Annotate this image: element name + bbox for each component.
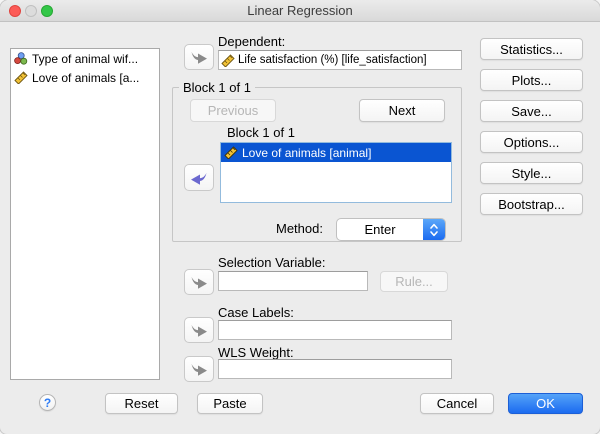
variable-label: Type of animal wif... [32,52,138,66]
cancel-button[interactable]: Cancel [420,393,494,414]
dependent-label: Dependent: [218,34,285,49]
move-independent-button[interactable] [184,164,214,191]
bootstrap-button[interactable]: Bootstrap... [480,193,583,215]
dropdown-stepper-icon [423,219,445,240]
reset-button[interactable]: Reset [105,393,178,414]
scale-variable-icon [14,71,28,84]
window-title: Linear Regression [0,3,600,18]
previous-button[interactable]: Previous [190,99,276,122]
variable-label: Love of animals [a... [32,71,139,85]
help-button[interactable]: ? [39,394,56,411]
scale-variable-icon [224,146,238,159]
move-dependent-button[interactable] [184,44,214,70]
list-item[interactable]: Type of animal wif... [11,49,159,68]
source-variable-list[interactable]: Type of animal wif... Love of animals [a… [10,48,160,380]
move-selection-button[interactable] [184,269,214,295]
scale-variable-icon [221,54,235,67]
linear-regression-dialog: Linear Regression Type of animal wif... [0,0,600,434]
case-labels-label: Case Labels: [218,305,294,320]
options-button[interactable]: Options... [480,131,583,153]
method-label: Method: [276,221,323,236]
paste-button[interactable]: Paste [197,393,263,414]
method-value: Enter [337,222,423,237]
save-button[interactable]: Save... [480,100,583,122]
independents-list[interactable]: Love of animals [animal] [220,142,452,203]
method-dropdown[interactable]: Enter [336,218,446,241]
list-item[interactable]: Love of animals [a... [11,68,159,87]
nominal-variable-icon [14,52,28,65]
selection-variable-field[interactable] [218,271,368,291]
statistics-button[interactable]: Statistics... [480,38,583,60]
selection-variable-label: Selection Variable: [218,255,325,270]
move-case-labels-button[interactable] [184,317,214,343]
left-arrow-icon [190,170,208,186]
right-arrow-icon [190,322,208,338]
independents-list-label: Block 1 of 1 [227,125,295,140]
title-bar[interactable]: Linear Regression [0,0,600,22]
right-arrow-icon [190,361,208,377]
next-button[interactable]: Next [359,99,445,122]
wls-weight-field[interactable] [218,359,452,379]
plots-button[interactable]: Plots... [480,69,583,91]
right-arrow-icon [190,274,208,290]
variable-label: Love of animals [animal] [242,146,371,160]
right-arrow-icon [190,49,208,65]
rule-button[interactable]: Rule... [380,271,448,292]
style-button[interactable]: Style... [480,162,583,184]
wls-weight-label: WLS Weight: [218,345,294,360]
case-labels-field[interactable] [218,320,452,340]
dependent-value: Life satisfaction (%) [life_satisfaction… [238,54,427,66]
block-group-label: Block 1 of 1 [179,80,255,95]
ok-button[interactable]: OK [508,393,583,414]
dependent-field[interactable]: Life satisfaction (%) [life_satisfaction… [218,50,462,70]
list-item-selected[interactable]: Love of animals [animal] [221,143,451,162]
move-wls-button[interactable] [184,356,214,382]
